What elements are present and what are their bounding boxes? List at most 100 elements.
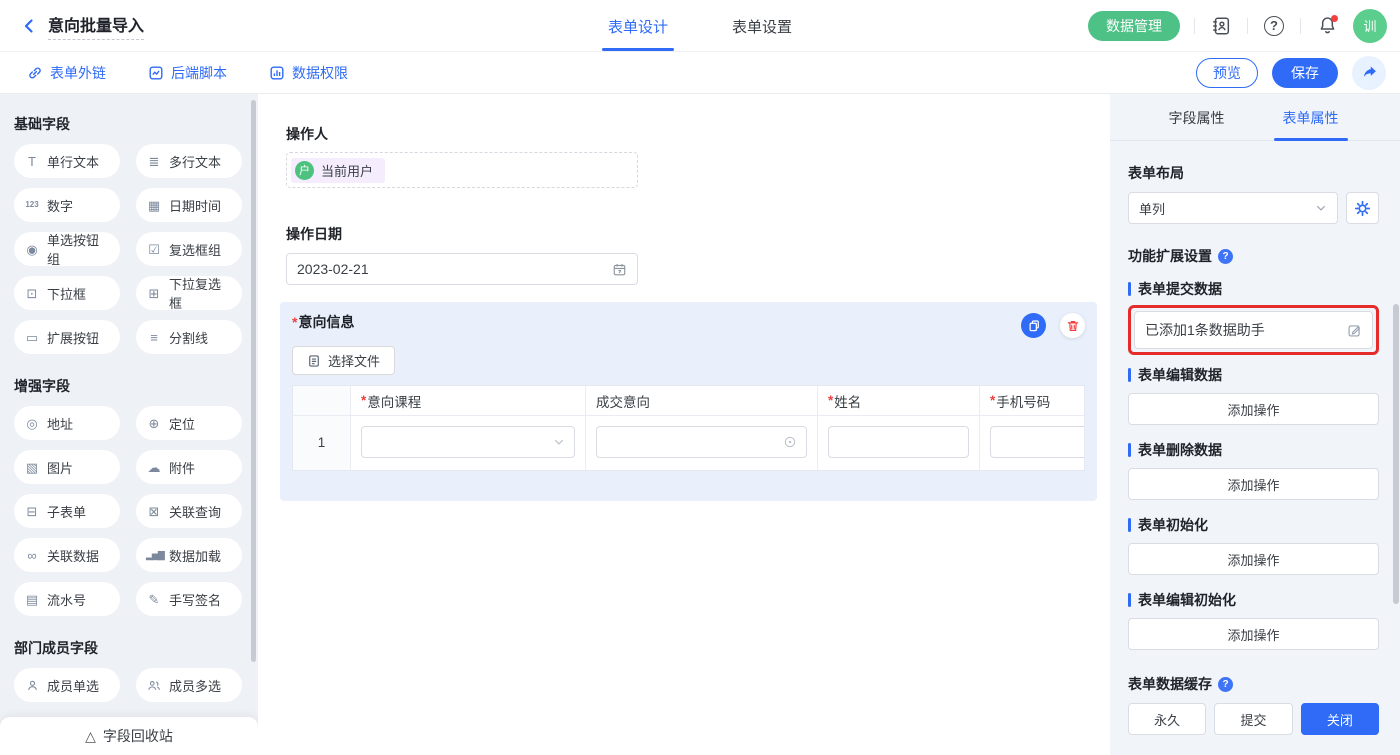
subform-title: *意向信息 bbox=[292, 312, 354, 332]
field-pill-label: 单行文本 bbox=[47, 152, 99, 171]
layout-select[interactable]: 单列 bbox=[1128, 192, 1338, 224]
field-pill-multi-line-text[interactable]: ≣多行文本 bbox=[136, 144, 242, 178]
backend-script-button[interactable]: 后端脚本 bbox=[148, 63, 227, 83]
notification-bell-icon[interactable] bbox=[1315, 14, 1339, 38]
script-icon bbox=[148, 65, 164, 81]
image-icon: ▧ bbox=[24, 461, 40, 474]
form-layout-row: 单列 bbox=[1128, 192, 1379, 224]
ext-settings-label: 功能扩展设置 bbox=[1128, 246, 1212, 266]
form-title[interactable]: 意向批量导入 bbox=[48, 12, 144, 40]
field-pill-number[interactable]: 123数字 bbox=[14, 188, 120, 222]
cache-option-close[interactable]: 关闭 bbox=[1301, 703, 1379, 735]
link-icon bbox=[27, 65, 43, 81]
address-book-icon[interactable] bbox=[1209, 14, 1233, 38]
share-button[interactable] bbox=[1352, 56, 1386, 90]
field-pill-serial-number[interactable]: ▤流水号 bbox=[14, 582, 120, 616]
related-data-icon: ∞ bbox=[24, 549, 40, 562]
field-pill-extend-button[interactable]: ▭扩展按钮 bbox=[14, 320, 120, 354]
tab-form-settings[interactable]: 表单设置 bbox=[732, 0, 792, 52]
subform-title-text: 意向信息 bbox=[298, 314, 354, 330]
field-pill-data-load[interactable]: ▂▅▇数据加载 bbox=[136, 538, 242, 572]
panel-scrollbar[interactable] bbox=[1393, 304, 1399, 604]
cache-option-submit[interactable]: 提交 bbox=[1214, 703, 1292, 735]
date-field[interactable]: 2023-02-21 bbox=[286, 253, 638, 285]
field-pill-single-line-text[interactable]: T单行文本 bbox=[14, 144, 120, 178]
help-icon[interactable]: ? bbox=[1262, 14, 1286, 38]
field-pill-related-data[interactable]: ∞关联数据 bbox=[14, 538, 120, 572]
col-name-header: *姓名 bbox=[818, 386, 980, 416]
choose-file-button[interactable]: 选择文件 bbox=[292, 346, 395, 375]
field-pill-datetime[interactable]: ▦日期时间 bbox=[136, 188, 242, 222]
col-course-header: *意向课程 bbox=[351, 386, 586, 416]
intent-picker[interactable] bbox=[596, 426, 807, 458]
people-icon bbox=[146, 679, 162, 692]
divider-icon: ≡ bbox=[146, 331, 162, 344]
field-pill-subform[interactable]: ⊟子表单 bbox=[14, 494, 120, 528]
field-pill-member-multi[interactable]: 成员多选 bbox=[136, 668, 242, 702]
field-pill-checkbox-group[interactable]: ☑复选框组 bbox=[136, 232, 242, 266]
checkbox-icon: ☑ bbox=[146, 243, 162, 256]
pen-icon: ✎ bbox=[146, 593, 162, 606]
field-pill-related-query[interactable]: ⊠关联查询 bbox=[136, 494, 242, 528]
person-icon bbox=[24, 679, 40, 692]
copy-button[interactable] bbox=[1021, 313, 1046, 338]
cache-option-permanent[interactable]: 永久 bbox=[1128, 703, 1206, 735]
subform-section-selected[interactable]: *意向信息 选择文件 bbox=[280, 302, 1097, 501]
submit-data-assist-field[interactable]: 已添加1条数据助手 bbox=[1134, 311, 1373, 349]
field-pill-label: 成员多选 bbox=[169, 676, 221, 695]
course-select[interactable] bbox=[361, 426, 575, 458]
assist-value: 已添加1条数据助手 bbox=[1145, 320, 1265, 340]
init-add-action-button[interactable]: 添加操作 bbox=[1128, 543, 1379, 575]
field-pill-label: 手写签名 bbox=[169, 590, 221, 609]
tab-form-design[interactable]: 表单设计 bbox=[608, 0, 668, 52]
tab-form-properties[interactable]: 表单属性 bbox=[1283, 94, 1339, 141]
col-label: 意向课程 bbox=[367, 391, 421, 411]
member-fields-grid: 成员单选 成员多选 bbox=[14, 668, 246, 702]
delete-data-add-action-button[interactable]: 添加操作 bbox=[1128, 468, 1379, 500]
operator-field[interactable]: 户 当前用户 bbox=[286, 152, 638, 188]
external-link-button[interactable]: 表单外链 bbox=[27, 63, 106, 83]
target-icon bbox=[783, 435, 797, 449]
field-pill-label: 关联查询 bbox=[169, 502, 221, 521]
field-pill-member-single[interactable]: 成员单选 bbox=[14, 668, 120, 702]
field-pill-signature[interactable]: ✎ 手写签名 bbox=[136, 582, 242, 616]
current-user-tag[interactable]: 户 当前用户 bbox=[291, 158, 385, 183]
field-pill-select[interactable]: ⊡下拉框 bbox=[14, 276, 120, 310]
field-pill-label: 日期时间 bbox=[169, 196, 221, 215]
recycle-icon: △ bbox=[85, 728, 96, 745]
header-right-cluster: 数据管理 ? 训 bbox=[1088, 9, 1387, 43]
preview-button[interactable]: 预览 bbox=[1196, 58, 1258, 88]
field-pill-divider[interactable]: ≡分割线 bbox=[136, 320, 242, 354]
field-pill-location[interactable]: ⊕定位 bbox=[136, 406, 242, 440]
avatar[interactable]: 训 bbox=[1353, 9, 1387, 43]
field-recycle-bin[interactable]: △ 字段回收站 bbox=[0, 717, 258, 755]
toolbar-links: 表单外链 后端脚本 数据权限 bbox=[27, 63, 348, 83]
save-button[interactable]: 保存 bbox=[1272, 58, 1338, 88]
help-badge-icon[interactable]: ? bbox=[1218, 249, 1233, 264]
delete-button[interactable] bbox=[1060, 313, 1085, 338]
field-pill-image[interactable]: ▧图片 bbox=[14, 450, 120, 484]
annotation-highlight-box: 已添加1条数据助手 bbox=[1128, 305, 1379, 355]
field-pill-radio-group[interactable]: ◉单选按钮组 bbox=[14, 232, 120, 266]
back-button[interactable] bbox=[20, 17, 38, 35]
name-input[interactable] bbox=[828, 426, 969, 458]
data-permission-button[interactable]: 数据权限 bbox=[269, 63, 348, 83]
phone-input[interactable] bbox=[990, 426, 1085, 458]
field-pill-address[interactable]: ◎地址 bbox=[14, 406, 120, 440]
layout-settings-button[interactable] bbox=[1346, 192, 1379, 224]
edit-data-add-action-button[interactable]: 添加操作 bbox=[1128, 393, 1379, 425]
field-pill-label: 多行文本 bbox=[169, 152, 221, 171]
tab-field-properties[interactable]: 字段属性 bbox=[1169, 94, 1225, 141]
help-badge-icon[interactable]: ? bbox=[1218, 677, 1233, 692]
data-manage-button[interactable]: 数据管理 bbox=[1088, 11, 1180, 41]
header-tabs: 表单设计 表单设置 bbox=[608, 0, 792, 52]
divider bbox=[1194, 18, 1195, 34]
cloud-upload-icon: ☁ bbox=[146, 461, 162, 474]
permission-icon bbox=[269, 65, 285, 81]
field-pill-label: 流水号 bbox=[47, 590, 86, 609]
sidebar-scrollbar[interactable] bbox=[251, 100, 256, 662]
field-pill-attachment[interactable]: ☁附件 bbox=[136, 450, 242, 484]
field-pill-multi-select[interactable]: ⊞下拉复选框 bbox=[136, 276, 242, 310]
crosshair-icon: ⊕ bbox=[146, 417, 162, 430]
edit-init-add-action-button[interactable]: 添加操作 bbox=[1128, 618, 1379, 650]
